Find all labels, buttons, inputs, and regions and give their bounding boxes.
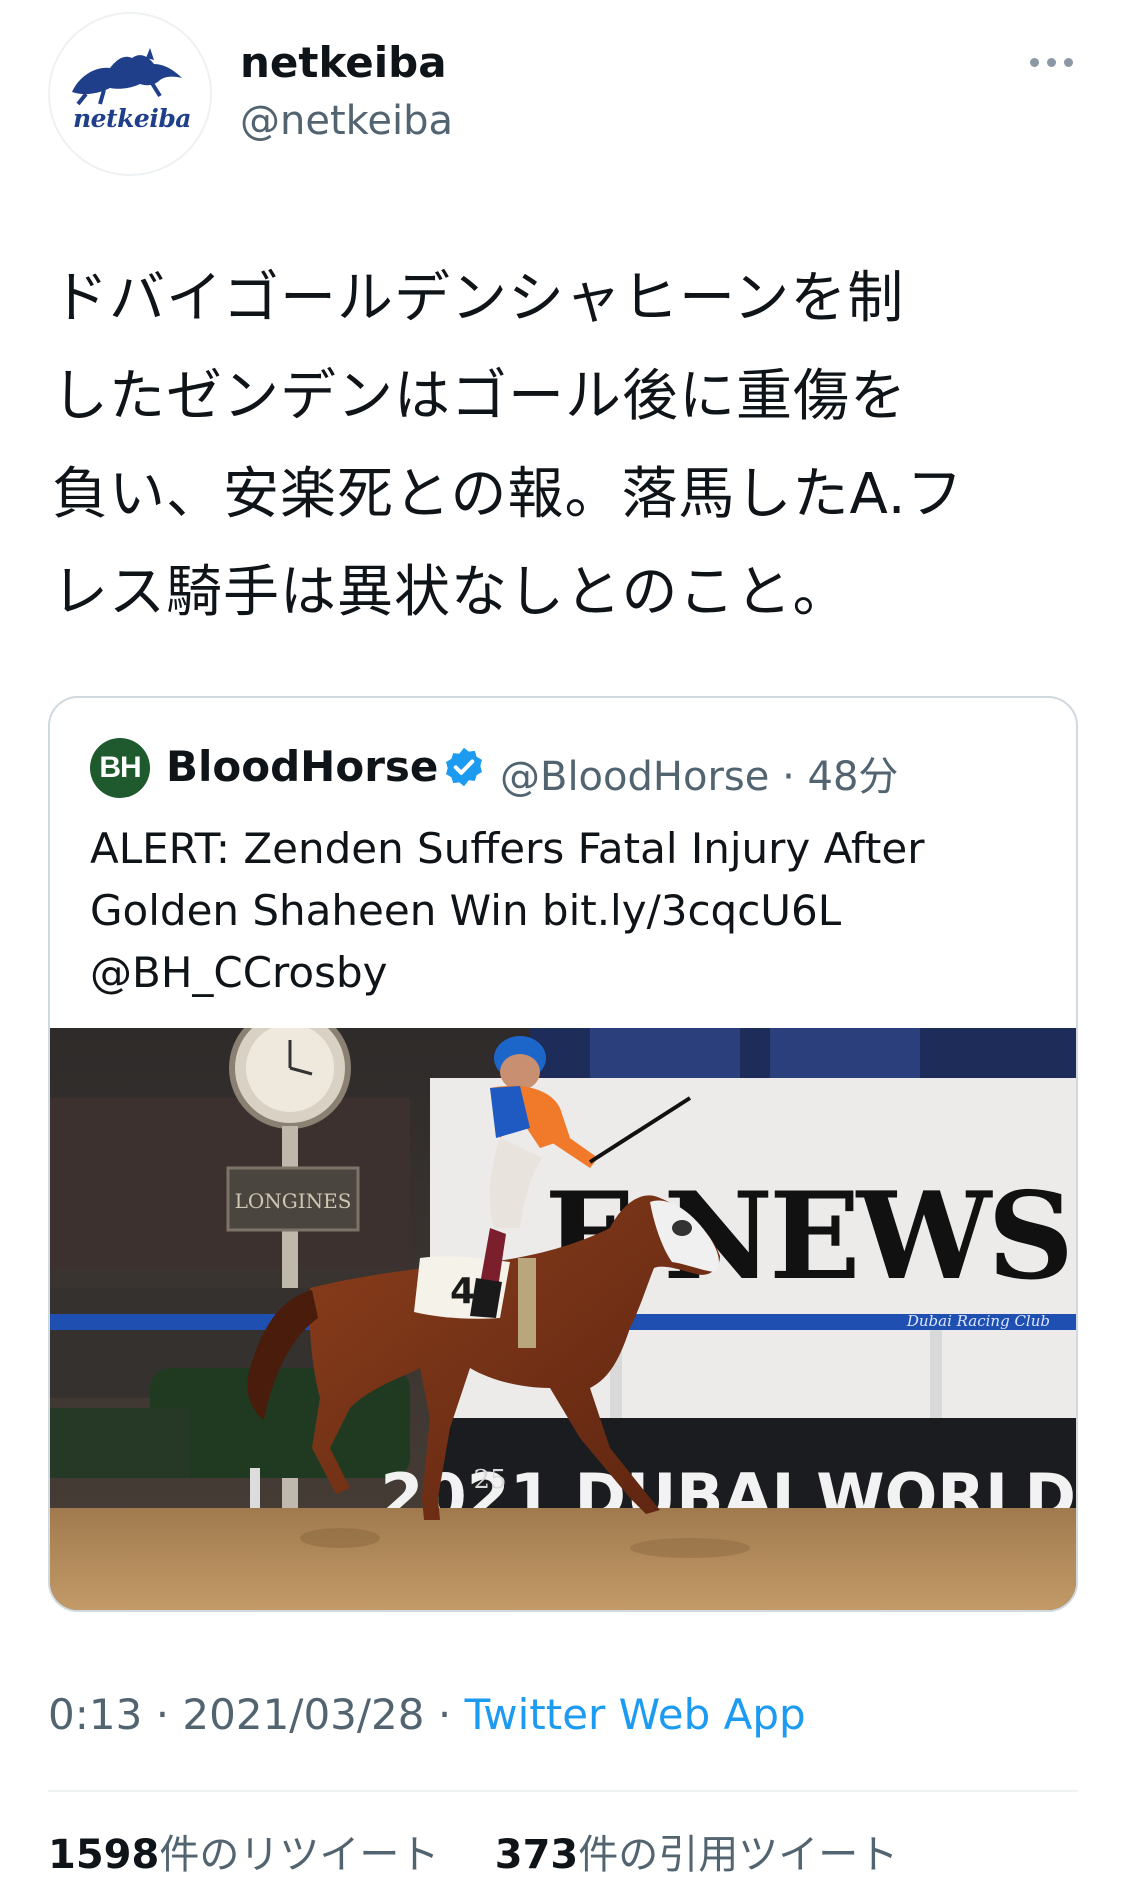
anniversary-logo-text: 25 xyxy=(473,1465,506,1495)
quoted-author-avatar[interactable]: BH xyxy=(90,738,150,798)
quoted-tweet-text: ALERT: Zenden Suffers Fatal Injury After… xyxy=(90,818,1050,1004)
rail-text: Dubai Racing Club xyxy=(906,1312,1050,1330)
quoted-tweet-card[interactable]: BH BloodHorse @BloodHorse · 48分 ALERT: Z… xyxy=(48,696,1078,1612)
tweet-text: ドバイゴールデンシャヒーンを制 したゼンデンはゴール後に重傷を 負い、安楽死との… xyxy=(52,250,1082,642)
tweet-text-line: 負い、安楽死との報。落馬したA.フ xyxy=(52,462,964,527)
quotes-count: 373 xyxy=(494,1832,579,1878)
tweet-text-line: レス騎手は異状なしとのこと。 xyxy=(52,560,850,625)
quoted-tweet-time[interactable]: 48分 xyxy=(808,754,899,800)
quoted-author-meta: @BloodHorse · 48分 xyxy=(500,744,898,802)
retweets-count: 1598 xyxy=(48,1832,160,1878)
quoted-text-line: Golden Shaheen Win bit.ly/3cqcU6L xyxy=(90,886,842,935)
divider xyxy=(48,1790,1078,1792)
quoted-author-name[interactable]: BloodHorse xyxy=(166,742,438,791)
avatar-logo-text: netkeiba xyxy=(72,104,192,133)
quoted-text-line: @BH_CCrosby xyxy=(90,948,388,997)
retweets-label: 件のリツイート xyxy=(159,1832,440,1878)
quotes-label: 件の引用ツイート xyxy=(578,1832,899,1878)
author-handle[interactable]: @netkeiba xyxy=(240,98,453,144)
tweet-text-line: ドバイゴールデンシャヒーンを制 xyxy=(52,266,905,331)
tweet-date: 2021/03/28 xyxy=(182,1690,425,1739)
horse-race-photo: LONGINES F NEWS Dubai Racing Club 2021 D… xyxy=(50,1028,1076,1610)
tweet-stats: 1598件のリツイート 373件の引用ツイート xyxy=(48,1822,898,1880)
quoted-author-handle[interactable]: @BloodHorse xyxy=(500,754,769,800)
quotes-stat[interactable]: 373件の引用ツイート xyxy=(495,1832,899,1878)
tweet-detail: netkeiba netkeiba @netkeiba ドバイゴールデンシャヒー… xyxy=(0,0,1125,1881)
meta-separator: · xyxy=(155,1690,170,1739)
saddle-number: 4 xyxy=(450,1271,475,1312)
author-avatar[interactable]: netkeiba xyxy=(48,12,212,176)
tweet-meta: 0:13 · 2021/03/28 · Twitter Web App xyxy=(48,1690,806,1739)
quoted-tweet-photo[interactable]: LONGINES F NEWS Dubai Racing Club 2021 D… xyxy=(50,1028,1076,1610)
author-display-name[interactable]: netkeiba xyxy=(240,38,447,87)
retweets-stat[interactable]: 1598件のリツイート xyxy=(48,1832,439,1878)
verified-badge-icon xyxy=(446,747,482,787)
tweet-text-line: したゼンデンはゴール後に重傷を xyxy=(52,364,907,429)
meta-separator: · xyxy=(782,754,795,800)
horse-logo-icon xyxy=(72,48,182,106)
source-app-link[interactable]: Twitter Web App xyxy=(465,1690,806,1739)
tweet-time: 0:13 xyxy=(48,1690,143,1739)
more-options-icon[interactable] xyxy=(1030,56,1074,70)
longines-board-text: LONGINES xyxy=(235,1189,352,1213)
quoted-text-line: ALERT: Zenden Suffers Fatal Injury After xyxy=(90,824,925,873)
meta-separator: · xyxy=(437,1690,452,1739)
